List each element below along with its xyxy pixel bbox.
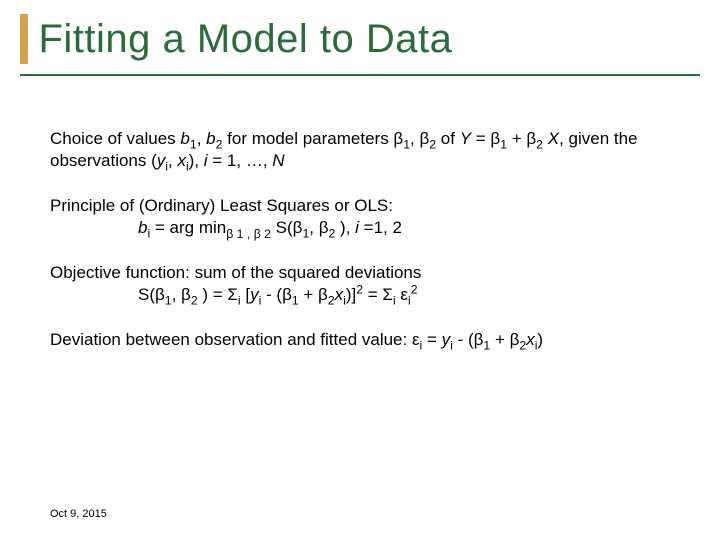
slide: Fitting a Model to Data Choice of values…: [0, 0, 720, 540]
title-block: Fitting a Model to Data: [20, 14, 452, 64]
t: 1: [403, 137, 410, 151]
t: + β: [507, 129, 536, 148]
slide-body: Choice of values b1, b2 for model parame…: [50, 128, 670, 373]
t: + β: [490, 330, 519, 349]
slide-title: Fitting a Model to Data: [38, 17, 452, 62]
t: , β: [410, 129, 429, 148]
t: 2: [411, 283, 418, 297]
t: 1: [165, 294, 172, 308]
t: = 1, …,: [208, 151, 273, 170]
t: , β: [172, 285, 191, 304]
para-objective: Objective function: sum of the squared d…: [50, 262, 670, 307]
t: , β: [309, 218, 328, 237]
t: Objective function: sum of the squared d…: [50, 263, 421, 282]
t: = β: [471, 129, 500, 148]
t: b: [180, 129, 189, 148]
t: - (β: [261, 285, 292, 304]
footer-date: Oct 9, 2015: [50, 508, 107, 520]
t: 2: [328, 294, 335, 308]
t: for model parameters β: [222, 129, 403, 148]
t: x: [526, 330, 535, 349]
t: of: [436, 129, 460, 148]
title-accent-bar: [20, 14, 28, 64]
t: 1: [500, 137, 507, 151]
ols-formula: bi = arg minβ 1 , β 2 S(β1, β2 ), i =1, …: [138, 217, 670, 239]
t: ): [537, 330, 543, 349]
t: ),: [189, 151, 204, 170]
t: N: [272, 151, 284, 170]
t: y: [442, 330, 451, 349]
t: = Σ: [363, 285, 393, 304]
t: y: [157, 151, 166, 170]
t: =1, 2: [359, 218, 402, 237]
t: 1: [292, 294, 299, 308]
t: Y: [460, 129, 471, 148]
objective-formula: S(β1, β2 ) = Σi [yi - (β1 + β2xi)]2 = Σi…: [138, 284, 670, 306]
t: b: [206, 129, 215, 148]
t: y: [250, 285, 259, 304]
t: ) = Σ: [198, 285, 238, 304]
para-choice: Choice of values b1, b2 for model parame…: [50, 128, 670, 173]
t: ,: [197, 129, 206, 148]
t: S(β: [138, 285, 165, 304]
t: ),: [335, 218, 355, 237]
t: [: [241, 285, 250, 304]
t: S(β: [271, 218, 303, 237]
para-deviation: Deviation between observation and fitted…: [50, 329, 670, 351]
t: ε: [396, 285, 408, 304]
para-ols: Principle of (Ordinary) Least Squares or…: [50, 195, 670, 240]
title-underline: [20, 74, 700, 76]
t: =: [422, 330, 441, 349]
t: 2: [536, 137, 543, 151]
t: X: [548, 129, 559, 148]
t: β 1 , β 2: [226, 227, 271, 241]
t: + β: [299, 285, 328, 304]
t: 1: [190, 137, 197, 151]
t: 2: [191, 294, 198, 308]
t: x: [177, 151, 186, 170]
t: = arg min: [150, 218, 226, 237]
t: Deviation between observation and fitted…: [50, 330, 420, 349]
t: )]: [346, 285, 356, 304]
t: x: [335, 285, 344, 304]
t: Choice of values: [50, 129, 180, 148]
t: Principle of (Ordinary) Least Squares or…: [50, 196, 393, 215]
t: - (β: [453, 330, 484, 349]
